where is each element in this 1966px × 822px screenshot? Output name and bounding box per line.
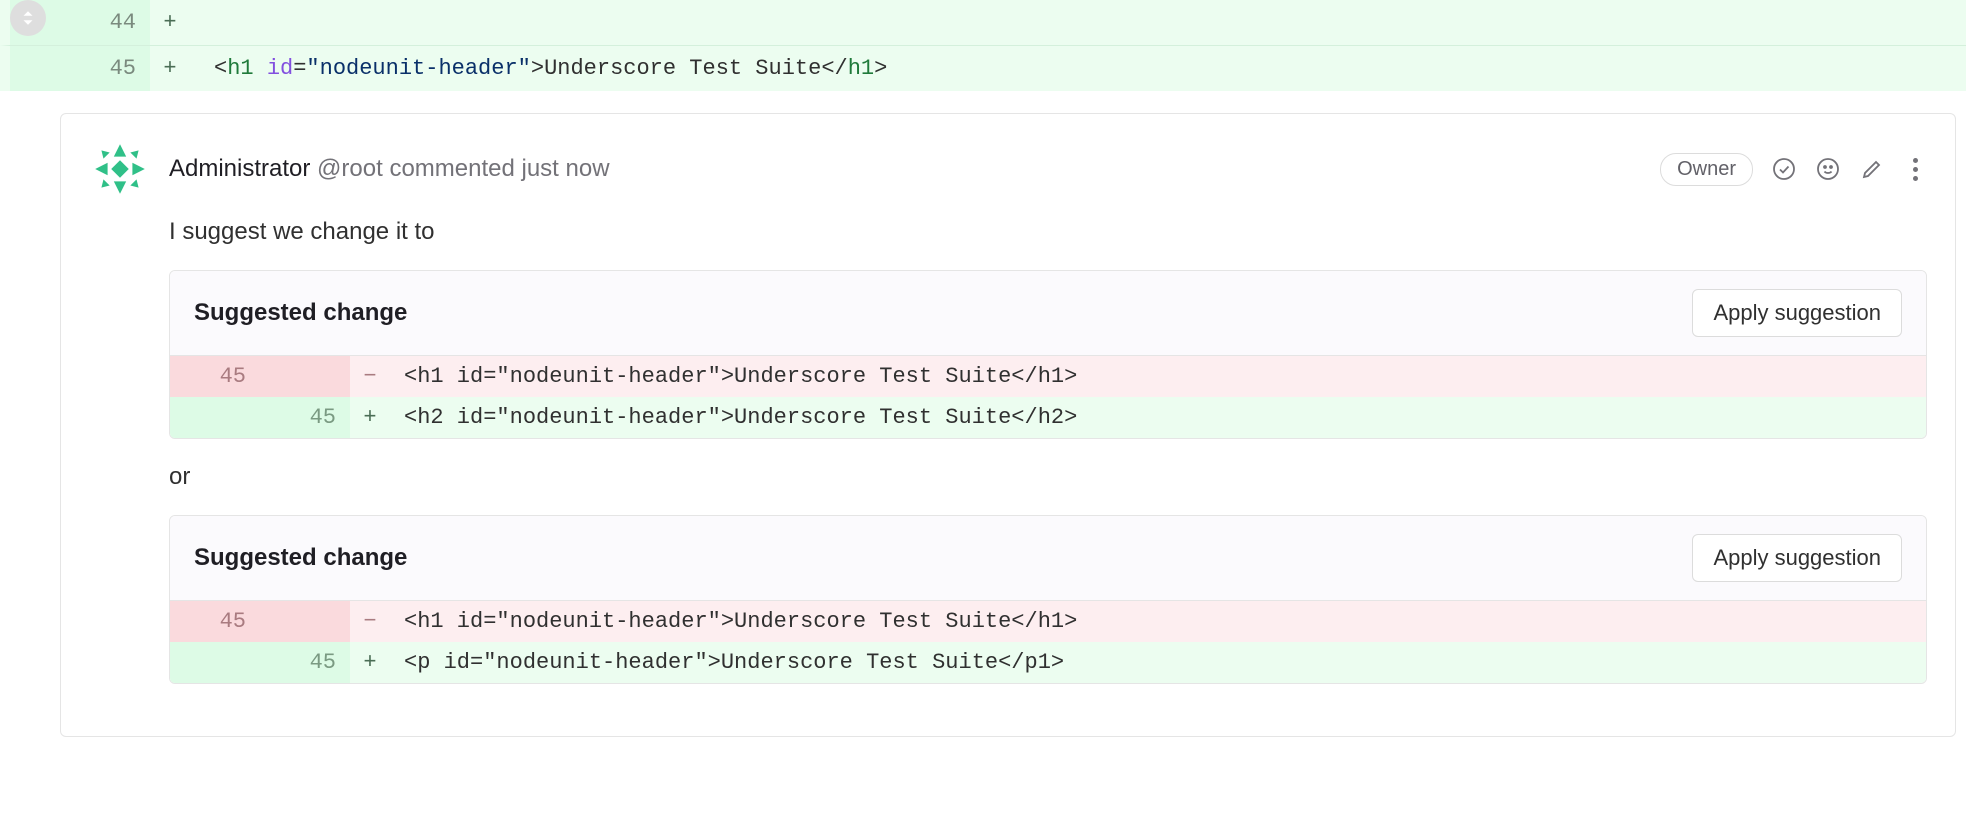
suggestion-added-line: 45 + <p id="nodeunit-header">Underscore … [170, 642, 1926, 683]
line-number: 45 [170, 356, 260, 397]
edit-icon[interactable] [1859, 156, 1885, 182]
code-content: <p id="nodeunit-header">Underscore Test … [390, 642, 1926, 683]
review-comment: Administrator @root commented just now O… [60, 113, 1956, 737]
comment-meta: Administrator @root commented just now [169, 155, 1642, 183]
code-content [190, 0, 1966, 45]
code-content: <h1 id="nodeunit-header">Underscore Test… [390, 601, 1926, 642]
code-content: <h2 id="nodeunit-header">Underscore Test… [390, 397, 1926, 438]
suggestion-block-1: Suggested change Apply suggestion 45 − <… [169, 270, 1927, 439]
line-number-blank [260, 356, 350, 397]
comment-body: I suggest we change it to Suggested chan… [169, 218, 1927, 684]
diff-line-45: 45 + <h1 id="nodeunit-header">Underscore… [0, 46, 1966, 91]
suggestion-title: Suggested change [194, 544, 407, 572]
resolve-icon[interactable] [1771, 156, 1797, 182]
diff-sign: − [350, 601, 390, 642]
line-number: 45 [260, 397, 350, 438]
suggestion-header: Suggested change Apply suggestion [170, 516, 1926, 601]
author-username[interactable]: @root [317, 155, 383, 182]
emoji-icon[interactable] [1815, 156, 1841, 182]
comment-header: Administrator @root commented just now O… [89, 138, 1927, 200]
line-number: 45 [170, 601, 260, 642]
apply-suggestion-button[interactable]: Apply suggestion [1692, 534, 1902, 582]
diff-sign: + [150, 46, 190, 91]
diff-sign: + [150, 0, 190, 45]
diff-line-44: 44 + [0, 0, 1966, 46]
suggestion-removed-line: 45 − <h1 id="nodeunit-header">Underscore… [170, 356, 1926, 397]
apply-suggestion-button[interactable]: Apply suggestion [1692, 289, 1902, 337]
line-number-blank [170, 642, 260, 683]
comment-verb: commented [389, 155, 514, 182]
author-name[interactable]: Administrator [169, 155, 310, 182]
role-badge: Owner [1660, 153, 1753, 186]
new-line-number: 45 [80, 46, 150, 91]
comment-time: just now [522, 155, 610, 182]
avatar[interactable] [89, 138, 151, 200]
suggestion-removed-line: 45 − <h1 id="nodeunit-header">Underscore… [170, 601, 1926, 642]
line-number: 45 [260, 642, 350, 683]
new-line-number: 44 [80, 0, 150, 45]
comment-text: or [169, 463, 1927, 491]
diff-sign: − [350, 356, 390, 397]
comment-actions: Owner [1660, 153, 1927, 186]
old-line-number [10, 46, 80, 91]
code-content: <h1 id="nodeunit-header">Underscore Test… [390, 356, 1926, 397]
code-content: <h1 id="nodeunit-header">Underscore Test… [190, 46, 1966, 91]
diff-context: 44 + 45 + <h1 id="nodeunit-header">Under… [0, 0, 1966, 91]
line-number-blank [170, 397, 260, 438]
line-number-blank [260, 601, 350, 642]
collapse-icon[interactable] [10, 0, 46, 36]
more-icon[interactable] [1903, 156, 1927, 182]
suggestion-title: Suggested change [194, 299, 407, 327]
suggestion-added-line: 45 + <h2 id="nodeunit-header">Underscore… [170, 397, 1926, 438]
suggestion-block-2: Suggested change Apply suggestion 45 − <… [169, 515, 1927, 684]
diff-sign: + [350, 642, 390, 683]
suggestion-header: Suggested change Apply suggestion [170, 271, 1926, 356]
diff-sign: + [350, 397, 390, 438]
comment-text: I suggest we change it to [169, 218, 1927, 246]
